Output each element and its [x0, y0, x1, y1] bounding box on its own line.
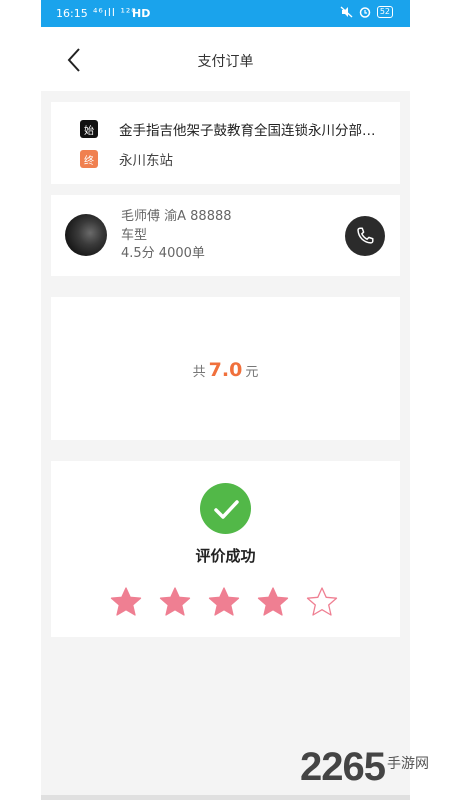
total-amount: 7.0 [208, 359, 243, 381]
alarm-icon [359, 7, 371, 18]
watermark-text: 手游网 [386, 754, 429, 771]
network-label: HD [132, 7, 151, 20]
star-filled-icon[interactable] [159, 586, 191, 618]
page-title: 支付订单 [197, 54, 254, 70]
route-card: 始 金手指吉他架子鼓教育全国连锁永川分部… 终 永川东站 [51, 102, 400, 184]
call-driver-button[interactable] [345, 216, 385, 256]
driver-name-plate: 毛师傅 渝A 88888 [121, 209, 232, 224]
driver-info: 毛师傅 渝A 88888 车型 4.5分 4000单 [121, 208, 232, 264]
end-tag: 终 [80, 150, 98, 168]
bottom-strip [41, 795, 410, 800]
start-row: 始 金手指吉他架子鼓教育全国连锁永川分部… [80, 119, 390, 139]
total-prefix: 共 [192, 365, 206, 380]
rating-card: 评价成功 [51, 461, 400, 637]
star-empty-icon[interactable] [306, 586, 338, 618]
start-address: 金手指吉他架子鼓教育全国连锁永川分部… [119, 123, 376, 139]
payment-card: 共 7.0 元 [51, 297, 400, 440]
status-icons: 52 [340, 6, 393, 18]
end-row: 终 永川东站 [80, 149, 390, 169]
battery-icon: 52 [376, 6, 393, 18]
driver-avatar [65, 214, 107, 256]
star-rating[interactable] [110, 586, 355, 618]
status-bar: 16:15 ⁴⁶ıll ¹²⁰ HD 52 [41, 0, 410, 27]
star-filled-icon[interactable] [208, 586, 240, 618]
payment-total: 共 7.0 元 [51, 359, 400, 381]
nav-bar: 支付订单 [41, 27, 410, 91]
phone-icon [357, 227, 374, 244]
start-tag: 始 [80, 120, 98, 138]
star-filled-icon[interactable] [110, 586, 142, 618]
check-icon [200, 483, 251, 534]
total-unit: 元 [245, 365, 259, 380]
mute-icon [340, 6, 353, 18]
rating-success-message: 评价成功 [195, 547, 256, 565]
driver-card: 毛师傅 渝A 88888 车型 4.5分 4000单 [51, 195, 400, 276]
status-time: 16:15 [56, 7, 88, 20]
signal-icon: ⁴⁶ıll ¹²⁰ [93, 6, 137, 19]
star-filled-icon[interactable] [257, 586, 289, 618]
end-address: 永川东站 [119, 153, 173, 169]
driver-car-model: 车型 [121, 227, 148, 243]
watermark-number: 2265 [300, 745, 386, 789]
driver-stats: 4.5分 4000单 [121, 246, 205, 261]
app-screen: 16:15 ⁴⁶ıll ¹²⁰ HD 52 支付订单 始 金手指吉他架子鼓教育全… [41, 0, 410, 800]
site-watermark: 2265 手游网 [300, 745, 429, 790]
